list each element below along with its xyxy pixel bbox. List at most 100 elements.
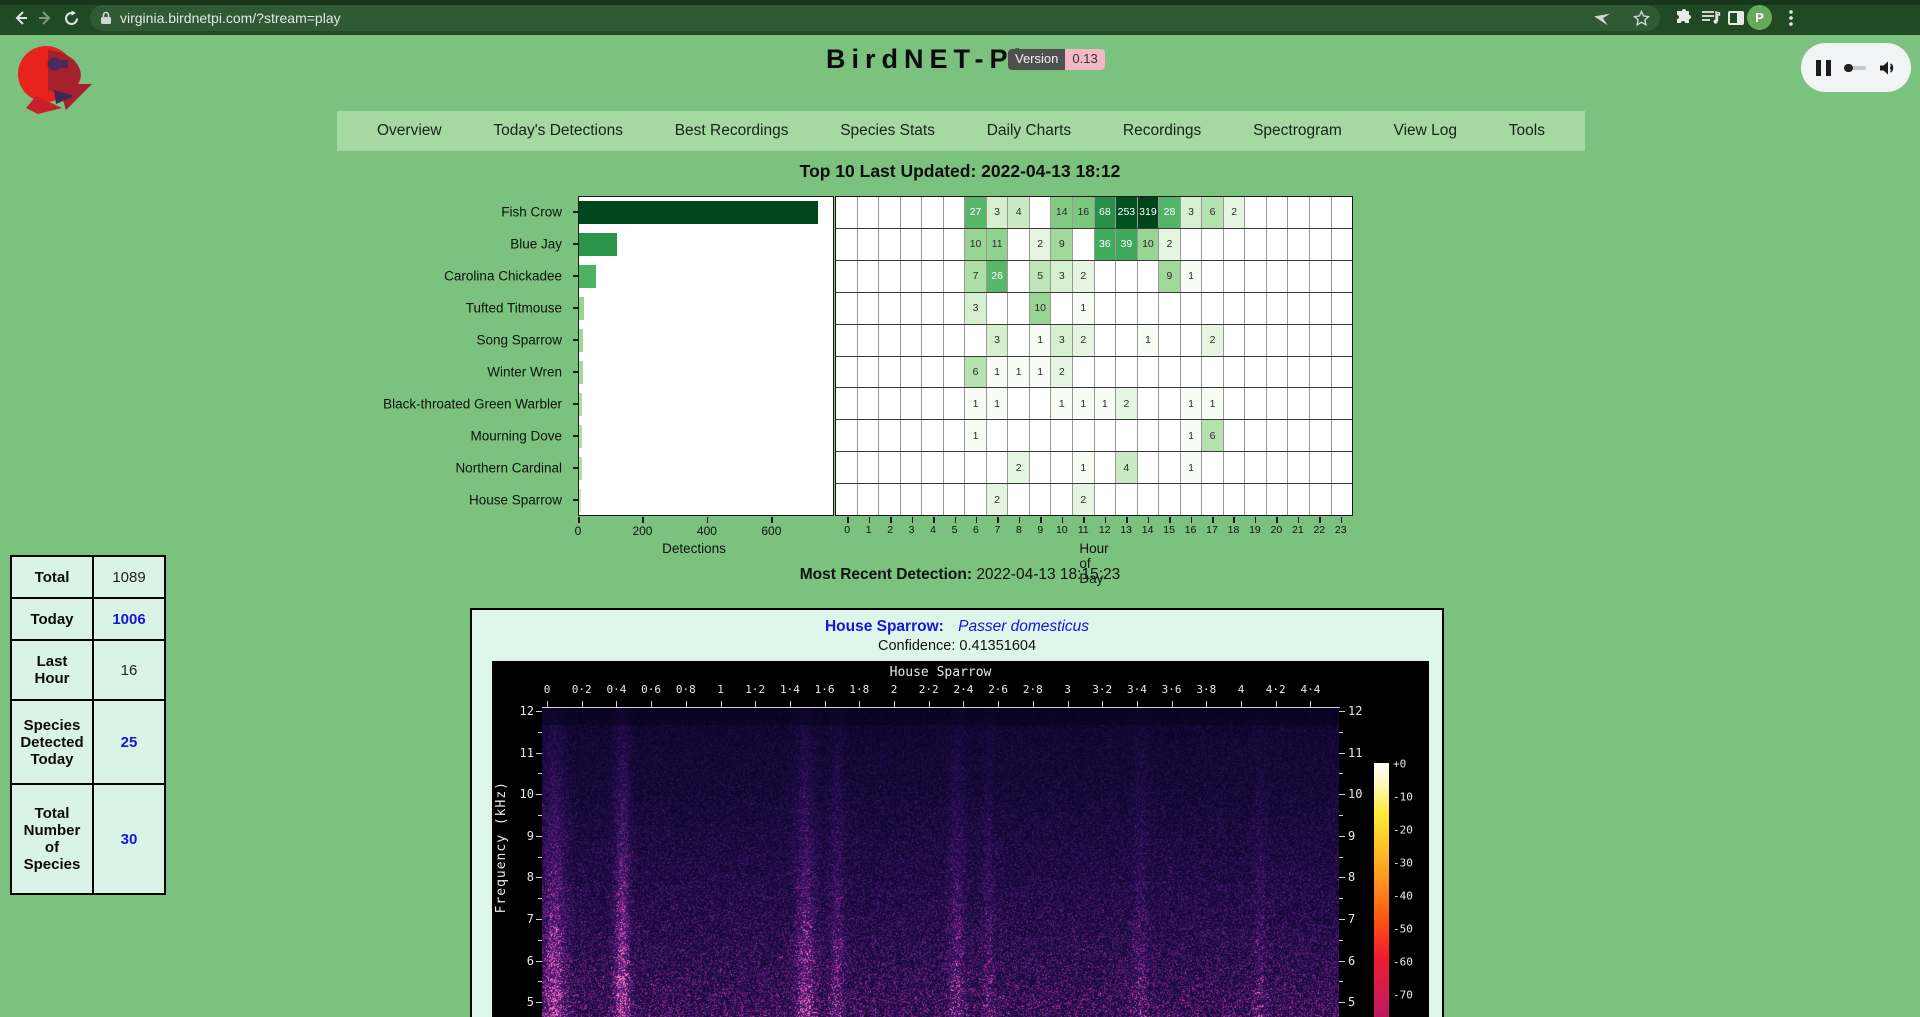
- spectrogram-x-tick: [1276, 701, 1277, 708]
- heatmap-cell: [1029, 197, 1051, 228]
- url-bar[interactable]: virginia.birdnetpi.com/?stream=play: [90, 5, 1660, 31]
- spectrogram-x-label: 2·2: [919, 683, 939, 696]
- bar-axis-number: 200: [632, 524, 652, 538]
- heatmap-cell: [921, 197, 943, 228]
- heatmap-cell: 68: [1094, 197, 1116, 228]
- nav-item-recordings[interactable]: Recordings: [1123, 122, 1201, 140]
- heatmap-cell: 28: [1158, 197, 1180, 228]
- species-label: Carolina Chickadee: [322, 268, 562, 284]
- heatmap-row: 11111211: [836, 387, 1352, 419]
- heatmap-cell: [1094, 357, 1116, 388]
- heatmap-cell: [836, 261, 857, 292]
- heatmap-row: 3101: [836, 292, 1352, 324]
- nav-item-daily-charts[interactable]: Daily Charts: [987, 122, 1071, 140]
- detection-scientific-name[interactable]: Passer domesticus: [958, 618, 1089, 635]
- nav-item-species-stats[interactable]: Species Stats: [840, 122, 935, 140]
- heatmap-cell: 39: [1115, 229, 1137, 260]
- spectrogram-y-minor-tick: [538, 815, 542, 816]
- send-icon[interactable]: [1593, 10, 1611, 26]
- heatmap-cell: [900, 420, 922, 451]
- heatmap-cell: [1244, 357, 1266, 388]
- spectrogram-x-tick: [582, 701, 583, 708]
- star-icon[interactable]: [1633, 10, 1650, 27]
- spectrogram-y-minor-tick-right: [1339, 773, 1343, 774]
- colorbar-label: -10: [1393, 791, 1413, 804]
- spectrogram-x-label: 2·8: [1023, 683, 1043, 696]
- colorbar-label: +0: [1393, 758, 1406, 771]
- profile-avatar[interactable]: P: [1747, 5, 1772, 30]
- nav-item-spectrogram[interactable]: Spectrogram: [1253, 122, 1342, 140]
- stats-value[interactable]: 1006: [93, 598, 165, 640]
- heatmap-cell: [878, 357, 900, 388]
- browser-chrome: virginia.birdnetpi.com/?stream=play P: [0, 0, 1920, 35]
- stats-value: 16: [93, 640, 165, 700]
- heatmap-cell: [1137, 420, 1159, 451]
- heatmap-cell: 5: [1029, 261, 1051, 292]
- hour-axis-number: 16: [1185, 524, 1197, 536]
- nav-item-best-recordings[interactable]: Best Recordings: [675, 122, 789, 140]
- spectrogram-x-tick: [721, 701, 722, 708]
- hour-axis-number: 13: [1120, 524, 1132, 536]
- pause-icon[interactable]: [1816, 60, 1831, 76]
- heatmap-cell: [1223, 229, 1245, 260]
- heatmap-cell: 11: [986, 229, 1008, 260]
- stats-value[interactable]: 30: [93, 784, 165, 894]
- hour-axis-tick: [1233, 517, 1235, 523]
- audio-player[interactable]: [1801, 43, 1911, 92]
- nav-item-today-s-detections[interactable]: Today's Detections: [493, 122, 623, 140]
- hour-axis-tick: [1169, 517, 1171, 523]
- nav-item-view-log[interactable]: View Log: [1394, 122, 1457, 140]
- stats-value[interactable]: 25: [93, 700, 165, 784]
- hour-axis-tick: [1105, 517, 1107, 523]
- extensions-icon[interactable]: [1672, 6, 1696, 30]
- heatmap-cell: [836, 388, 857, 419]
- detection-species-line: House Sparrow: Passer domesticus: [472, 618, 1442, 636]
- spectrogram-x-label: 4: [1238, 683, 1245, 696]
- heatmap-cell: 16: [1072, 197, 1094, 228]
- spectrogram-x-label: 2·6: [988, 683, 1008, 696]
- heatmap-cell: [943, 420, 965, 451]
- nav-item-overview[interactable]: Overview: [377, 122, 442, 140]
- heatmap-cell: 3: [1180, 197, 1202, 228]
- heatmap-cell: [1007, 420, 1029, 451]
- heatmap-cell: [1201, 229, 1223, 260]
- species-label: Fish Crow: [322, 204, 562, 220]
- heatmap-cell: 10: [1137, 229, 1159, 260]
- hour-axis-number: 6: [973, 524, 979, 536]
- hour-axis-number: 18: [1228, 524, 1240, 536]
- nav-item-tools[interactable]: Tools: [1509, 122, 1545, 140]
- back-icon[interactable]: [10, 7, 32, 29]
- heatmap-cell: 4: [1115, 452, 1137, 483]
- spectrogram-y-tick: [536, 711, 542, 712]
- version-badge: Version 0.13: [1008, 49, 1105, 70]
- hour-axis-tick: [1019, 517, 1021, 523]
- colorbar-label: -20: [1393, 824, 1413, 837]
- stats-row: Species Detected Today25: [11, 700, 165, 784]
- detections-bar: [579, 457, 582, 480]
- volume-icon[interactable]: [1879, 60, 1897, 76]
- row-tick: [573, 243, 578, 245]
- heatmap-cell: [1223, 420, 1245, 451]
- forward-icon[interactable]: [34, 7, 56, 29]
- playlist-icon[interactable]: [1699, 6, 1723, 30]
- url-text[interactable]: virginia.birdnetpi.com/?stream=play: [120, 10, 1593, 26]
- heatmap-cell: 1: [964, 420, 986, 451]
- menu-icon[interactable]: [1779, 6, 1803, 30]
- spectrogram-x-label: 1: [717, 683, 724, 696]
- heatmap-cell: [1158, 452, 1180, 483]
- heatmap-cell: [878, 229, 900, 260]
- side-panel-icon[interactable]: [1724, 6, 1748, 30]
- heatmap-cell: [857, 197, 879, 228]
- spectrogram-x-label: 0·4: [606, 683, 626, 696]
- heatmap-cell: [1223, 357, 1245, 388]
- seek-scrubber[interactable]: [1844, 66, 1866, 70]
- detection-common-name[interactable]: House Sparrow:: [825, 618, 944, 635]
- heatmap-cell: [900, 388, 922, 419]
- reload-icon[interactable]: [60, 7, 82, 29]
- spectrogram-y-tick-right: [1339, 877, 1345, 878]
- spectrogram-y-label-right: 11: [1348, 746, 1362, 760]
- hour-axis-tick: [1191, 517, 1193, 523]
- bar-axis-tick: [771, 517, 773, 523]
- spectrogram-title: House Sparrow: [542, 665, 1339, 680]
- hour-axis-number: 12: [1099, 524, 1111, 536]
